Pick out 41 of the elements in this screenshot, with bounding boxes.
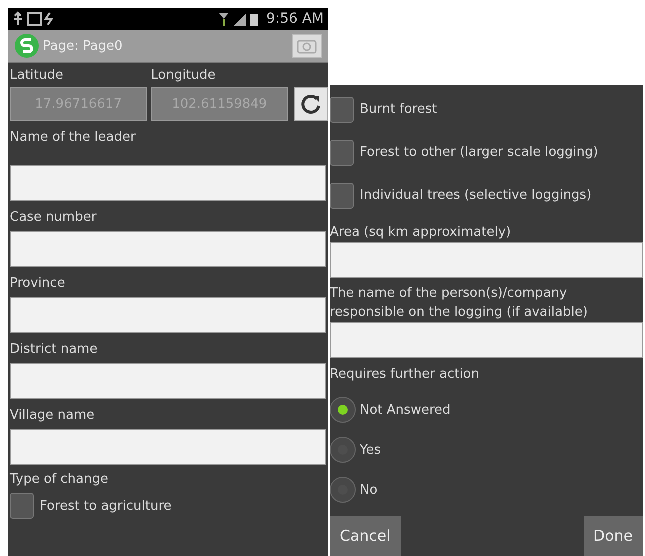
camera-icon — [297, 38, 317, 54]
field-label: Requires further action — [330, 366, 480, 384]
field-label: Area (sq km approximately) — [330, 224, 512, 242]
clock-time: 9:56 AM — [266, 11, 324, 27]
field-label: Province — [10, 275, 66, 293]
field-label: The name of the person(s)/company responsible on the logging (if available) — [330, 285, 589, 322]
radio-button[interactable] — [330, 397, 356, 423]
checkbox[interactable] — [330, 96, 354, 122]
input-field[interactable] — [330, 242, 643, 278]
refresh-icon — [300, 93, 322, 115]
field-label: Village name — [10, 407, 96, 425]
checkbox-label: Forest to agriculture — [40, 498, 172, 514]
radio-button[interactable] — [330, 477, 356, 503]
input-field[interactable] — [10, 297, 326, 333]
field-label: Longitude — [151, 67, 217, 85]
radio-label: Not Answered — [360, 402, 451, 418]
radio-button[interactable] — [330, 437, 356, 463]
radio-label: Yes — [360, 442, 381, 458]
input-field[interactable] — [10, 231, 326, 267]
checkbox-label: Burnt forest — [360, 102, 438, 117]
action-button[interactable]: Done — [584, 516, 643, 556]
field-label: District name — [10, 341, 99, 359]
field-label: Latitude — [10, 67, 65, 85]
checkbox-label: Individual trees (selective loggings) — [360, 188, 592, 203]
checkbox[interactable] — [330, 140, 354, 166]
field-label: Type of change — [10, 471, 110, 489]
field-label: Name of the leader — [10, 129, 137, 147]
input-field[interactable] — [10, 429, 326, 465]
field-label: Case number — [10, 209, 98, 227]
input-field[interactable] — [10, 165, 326, 201]
camera-button[interactable] — [292, 34, 322, 58]
page-title: Page: Page0 — [43, 38, 123, 54]
refresh-button[interactable] — [294, 87, 328, 121]
app-logo-icon — [14, 33, 40, 59]
input-field[interactable] — [10, 363, 326, 399]
input-field[interactable] — [330, 322, 643, 358]
checkbox[interactable] — [330, 182, 354, 208]
checkbox-label: Forest to other (larger scale logging) — [360, 145, 598, 160]
action-button[interactable]: Cancel — [330, 516, 401, 556]
radio-label: No — [360, 482, 378, 498]
checkbox[interactable] — [10, 493, 34, 519]
